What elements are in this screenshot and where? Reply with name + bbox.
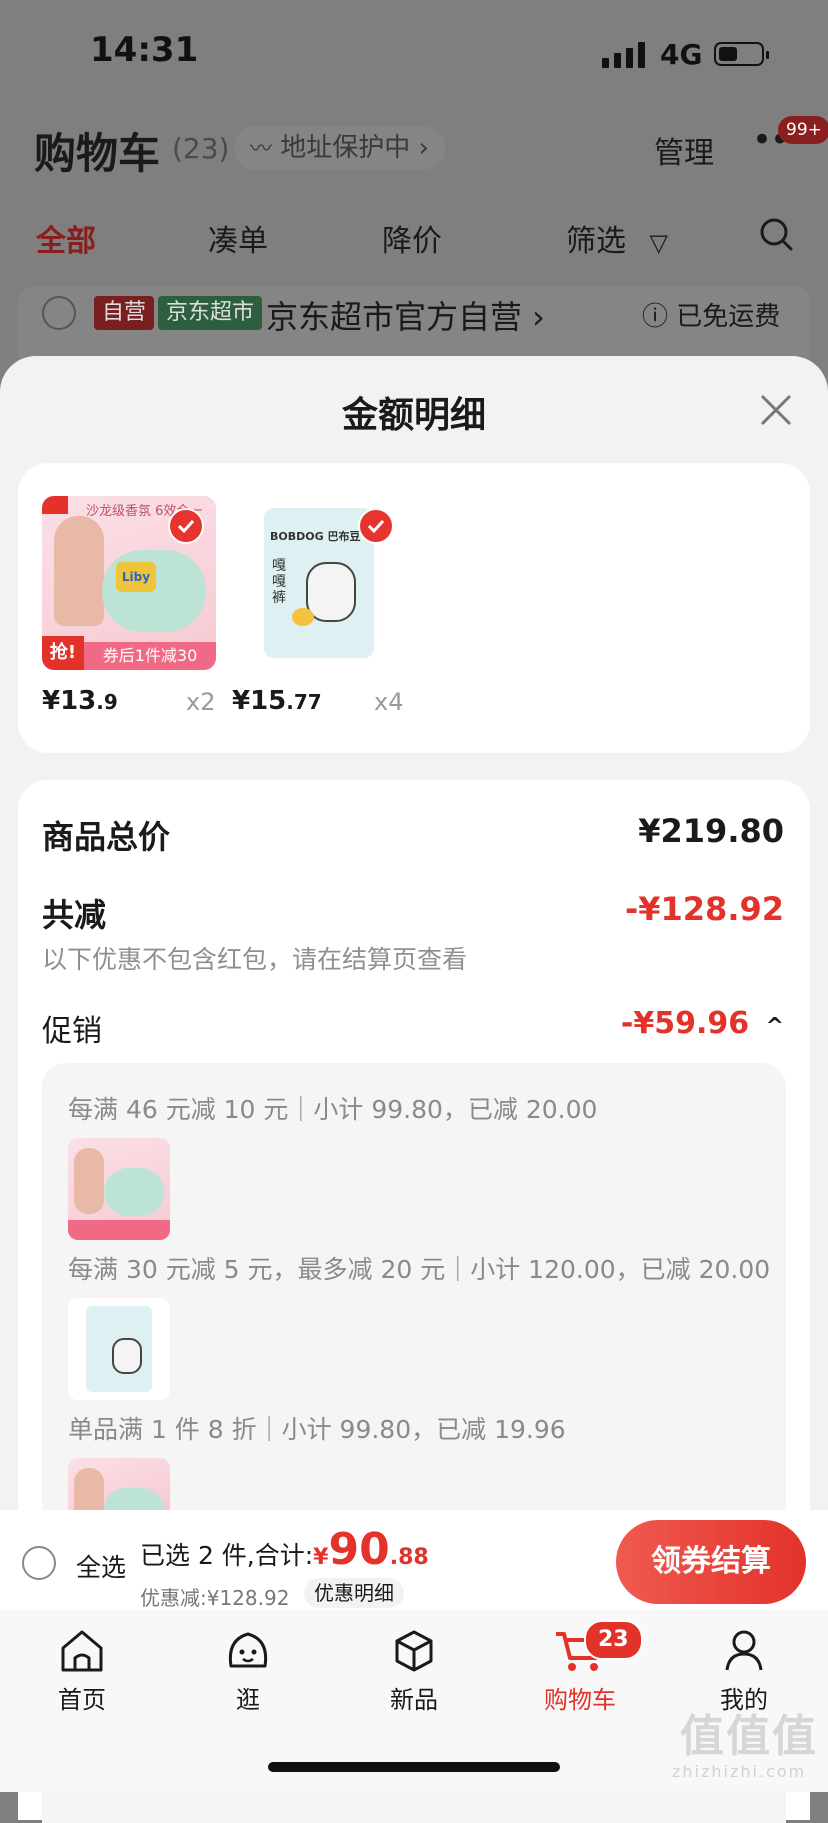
coupon-tag: 券后1件减30: [84, 642, 216, 670]
select-all-label[interactable]: 全选: [76, 1548, 126, 1584]
sheet-title: 金额明细: [341, 395, 486, 436]
promo-rule: 每满 46 元减 10 元｜小计 99.80，已减 20.00: [68, 1095, 598, 1124]
mascot-image: [306, 562, 356, 622]
page-title: 购物车: [34, 129, 161, 178]
supermarket-tag: 京东超市: [158, 296, 263, 330]
promo-label: 促销: [42, 1014, 102, 1049]
selected-check-icon: [168, 508, 204, 544]
filter-icon: ▽: [649, 229, 669, 257]
discount-label: 共减: [42, 896, 107, 934]
network-label: 4G: [660, 38, 703, 71]
item-qty: x4: [374, 688, 404, 716]
tab-all[interactable]: 全部: [36, 216, 96, 260]
promo-value: -¥59.96: [620, 1006, 750, 1041]
model-image: [54, 516, 104, 626]
checkout-button[interactable]: 领券结算: [616, 1520, 806, 1604]
promo-thumb-bobdog: [68, 1298, 170, 1400]
nav-browse-label: 逛: [236, 1686, 260, 1714]
saved-amount: 优惠减:¥128.92: [140, 1586, 290, 1610]
promo-thumb-liby: [68, 1458, 170, 1510]
item-price-main: ¥13: [42, 686, 97, 716]
discount-note: 以下优惠不包含红包，请在结算页查看: [42, 945, 468, 974]
shipping-label: 已免运费: [676, 302, 781, 332]
address-protect-pill[interactable]: 〰 地址保护中 ›: [234, 126, 445, 170]
watermark-site: zhizhizhi.com: [672, 1762, 807, 1781]
shop-select-radio[interactable]: [42, 296, 76, 330]
nav-cart-label: 购物车: [544, 1686, 616, 1714]
cart-count: (23): [172, 132, 230, 165]
message-badge: 99+: [778, 116, 828, 144]
select-all-radio[interactable]: [22, 1546, 56, 1580]
item-qty: x2: [186, 688, 216, 716]
promo-rule: 单品满 1 件 8 折｜小计 99.80，已减 19.96: [68, 1415, 566, 1444]
tab-coudan[interactable]: 凑单: [208, 216, 268, 260]
info-icon: ⓘ: [642, 302, 669, 332]
item-price-main: ¥15: [232, 686, 287, 716]
self-operated-tag: 自营: [94, 296, 155, 330]
watermark: 值值值: [680, 1711, 818, 1762]
selected-summary: 已选 2 件,合计:¥90.88: [140, 1524, 429, 1575]
user-icon: [725, 1630, 763, 1671]
currency-symbol: ¥: [313, 1545, 329, 1570]
eye-closed-icon: 〰: [250, 137, 273, 162]
tab-price-drop[interactable]: 降价: [382, 216, 442, 260]
tab-filter-label: 筛选: [566, 224, 626, 259]
bobdog-logo: BOBDOG 巴布豆: [270, 530, 361, 543]
grab-tag: 抢!: [42, 636, 84, 670]
nav-browse[interactable]: 逛: [188, 1626, 308, 1715]
item-price-decimal: .9: [96, 690, 118, 714]
product-jar: [104, 1488, 164, 1510]
model-image: [74, 1148, 104, 1214]
pack-label: 嘎嘎裤: [272, 558, 286, 606]
status-bar: 14:31 4G: [0, 0, 828, 110]
address-protect-label: 地址保护中 ›: [280, 133, 429, 163]
battery-icon: [714, 42, 769, 66]
item-price: ¥15.77: [232, 686, 322, 716]
product-jar: [104, 1168, 164, 1216]
promo-rule: 每满 30 元减 5 元，最多减 20 元｜小计 120.00，已减 20.00: [68, 1255, 771, 1284]
mascot-image: [112, 1338, 142, 1374]
home-indicator: [268, 1762, 560, 1772]
tab-filter[interactable]: 筛选 ▽: [566, 216, 668, 260]
coupon-strip: [68, 1220, 170, 1240]
signal-icon: [602, 42, 646, 68]
shop-name[interactable]: 京东超市官方自营 ›: [266, 292, 545, 338]
discount-value: -¥128.92: [624, 890, 784, 928]
selected-count: 已选 2 件,合计:: [140, 1541, 314, 1570]
total-label: 商品总价: [42, 818, 171, 856]
nav-new-label: 新品: [390, 1686, 438, 1714]
home-icon: [61, 1630, 103, 1672]
item-price-decimal: .77: [286, 690, 322, 714]
liby-label: Liby: [116, 562, 156, 592]
close-icon[interactable]: [756, 390, 796, 430]
promo-thumb-liby: [68, 1138, 170, 1240]
promo-toggle[interactable]: -¥59.96 ^: [621, 1006, 784, 1041]
cart-badge: 23: [584, 1620, 643, 1660]
model-image: [74, 1468, 104, 1510]
nav-home-label: 首页: [58, 1686, 106, 1714]
liby-logo: [42, 496, 68, 514]
total-decimal: .88: [389, 1545, 429, 1570]
status-time: 14:31: [90, 30, 199, 70]
total-main: 90: [328, 1524, 390, 1575]
browse-face-icon: [228, 1632, 268, 1668]
chevron-up-icon: ^: [765, 1014, 784, 1039]
item-price: ¥13.9: [42, 686, 118, 716]
search-icon[interactable]: [758, 216, 794, 252]
manage-button[interactable]: 管理: [654, 128, 714, 172]
nav-home[interactable]: 首页: [22, 1626, 142, 1715]
nav-new[interactable]: 新品: [354, 1626, 474, 1715]
box-icon: [395, 1630, 433, 1672]
discount-detail-link[interactable]: 优惠明细: [304, 1578, 404, 1608]
shipping-info: ⓘ 已免运费: [642, 296, 780, 333]
duck-image: [292, 608, 314, 626]
total-value: ¥219.80: [638, 812, 784, 850]
selected-check-icon: [358, 508, 394, 544]
